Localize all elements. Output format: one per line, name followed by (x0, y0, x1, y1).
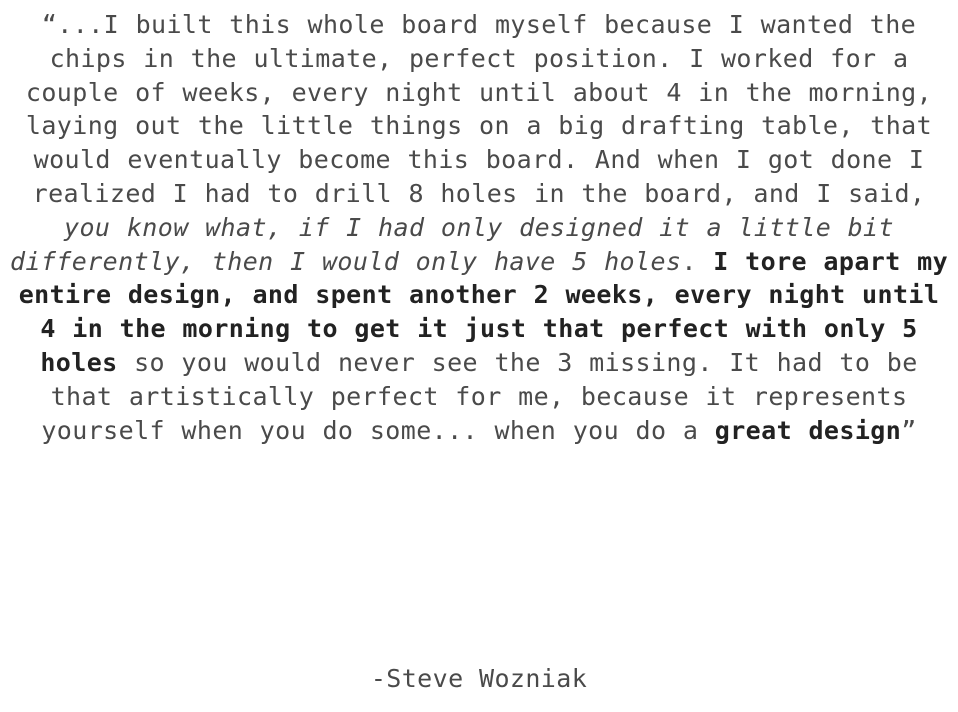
quote-closing-mark: ” (901, 415, 917, 445)
quote-attribution: -Steve Wozniak (370, 664, 588, 693)
quote-part-1: “...I built this whole board myself beca… (25, 10, 933, 208)
quote-part-2: . (681, 246, 714, 276)
quote-bold-ending: great design (714, 415, 902, 445)
quote-text: “...I built this whole board myself beca… (8, 8, 950, 447)
